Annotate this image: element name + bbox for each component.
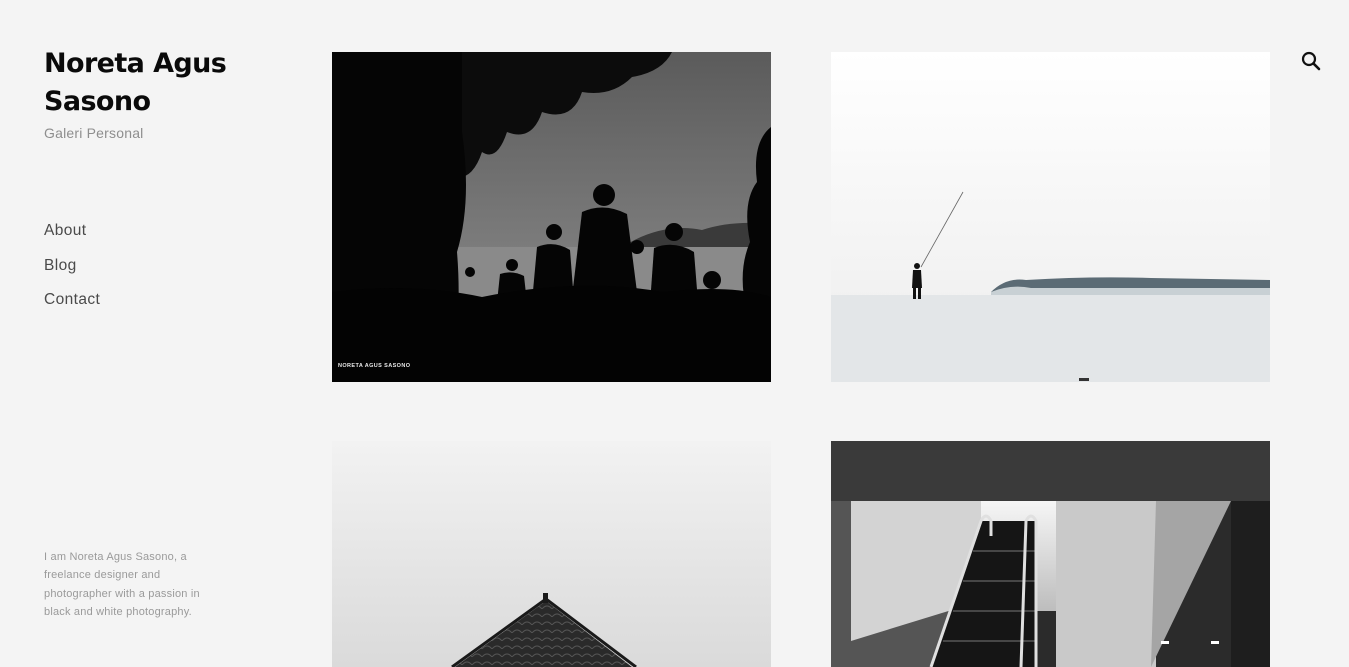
gallery-item-fisherman[interactable]: [831, 52, 1270, 382]
site-tagline: Galeri Personal: [44, 125, 144, 141]
search-button[interactable]: [1300, 50, 1322, 72]
nav-item-about: About: [44, 222, 100, 257]
gallery-item-roof[interactable]: [332, 441, 771, 667]
site-title[interactable]: Noreta Agus Sasono: [44, 45, 227, 121]
nav-link-contact[interactable]: Contact: [44, 291, 100, 308]
search-icon: [1301, 51, 1321, 71]
photo-escalator: [831, 441, 1270, 667]
page: Noreta Agus Sasono Galeri Personal About…: [0, 0, 1349, 667]
main-nav: About Blog Contact: [44, 222, 100, 326]
nav-item-contact: Contact: [44, 291, 100, 326]
photo-silhouettes: [332, 52, 771, 382]
nav-item-blog: Blog: [44, 257, 100, 292]
photo-fisherman: [831, 52, 1270, 382]
nav-link-blog[interactable]: Blog: [44, 257, 77, 274]
photo-watermark: NORETA AGUS SASONO: [338, 363, 411, 369]
site-title-line2: Sasono: [44, 86, 151, 117]
sidebar: Noreta Agus Sasono Galeri Personal About…: [44, 0, 264, 667]
bio-text: I am Noreta Agus Sasono, a freelance des…: [44, 551, 200, 618]
gallery-item-escalator[interactable]: [831, 441, 1270, 667]
site-title-line1: Noreta Agus: [44, 48, 227, 79]
gallery-item-silhouettes[interactable]: NORETA AGUS SASONO: [332, 52, 771, 382]
photo-roof: [332, 441, 771, 667]
nav-link-about[interactable]: About: [44, 222, 87, 239]
